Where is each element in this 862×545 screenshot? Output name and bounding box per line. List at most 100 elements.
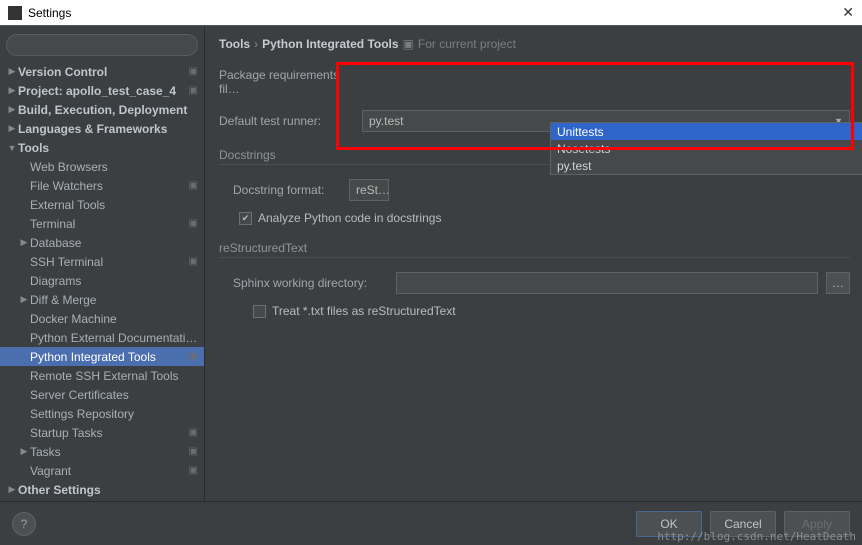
row-treat-txt[interactable]: Treat *.txt files as reStructuredText <box>219 304 850 318</box>
sidebar-item[interactable]: Vagrant▣ <box>0 461 204 480</box>
tree-expand-icon[interactable]: ▶ <box>6 123 18 134</box>
pkg-req-label: Package requirements fil… <box>219 68 354 96</box>
sidebar-item[interactable]: Server Certificates <box>0 385 204 404</box>
sidebar-item[interactable]: ▶Tasks ▣ <box>0 442 204 461</box>
close-icon[interactable]: ✕ <box>842 4 854 21</box>
sidebar-item[interactable]: ▶Diff & Merge <box>0 290 204 309</box>
row-sphinx-dir: Sphinx working directory: … <box>219 272 850 294</box>
sidebar-item[interactable]: Python Integrated Tools ▣ <box>0 347 204 366</box>
sidebar-item-label: Settings Repository <box>30 407 198 421</box>
test-runner-value: py.test <box>369 114 403 128</box>
window-title: Settings <box>28 6 71 20</box>
sidebar-item-label: Server Certificates <box>30 388 198 402</box>
sidebar-item-label: Project: apollo_test_case_4 <box>18 84 185 98</box>
test-runner-dropdown[interactable]: UnittestsNosetestspy.test <box>550 122 862 175</box>
sidebar-item[interactable]: ▼Tools <box>0 138 204 157</box>
tree-expand-icon[interactable]: ▼ <box>6 143 18 153</box>
browse-button[interactable]: … <box>826 272 850 294</box>
app-icon <box>8 6 22 20</box>
sidebar-item[interactable]: ▶Database <box>0 233 204 252</box>
sphinx-dir-input[interactable] <box>396 272 818 294</box>
settings-tree: ▶Version Control▣▶Project: apollo_test_c… <box>0 62 204 499</box>
sidebar-item-label: Database <box>30 236 198 250</box>
sidebar-item-label: Web Browsers <box>30 160 198 174</box>
project-scope-icon: ▣ <box>189 85 198 96</box>
project-scope-icon: ▣ <box>189 465 198 476</box>
docstring-format-label: Docstring format: <box>233 183 341 197</box>
row-analyze-docstrings[interactable]: Analyze Python code in docstrings <box>219 211 850 225</box>
tree-expand-icon[interactable]: ▶ <box>6 85 18 96</box>
sidebar-item[interactable]: ▶Build, Execution, Deployment <box>0 100 204 119</box>
project-scope-icon: ▣ <box>189 66 198 77</box>
analyze-label: Analyze Python code in docstrings <box>258 211 441 225</box>
docstring-format-select[interactable]: reSt… <box>349 179 389 201</box>
for-project-label: ▣ For current project <box>403 37 516 51</box>
content-area: 🔍 ▶Version Control▣▶Project: apollo_test… <box>0 26 862 501</box>
row-package-requirements: Package requirements fil… <box>219 68 850 96</box>
sidebar-item-label: Python External Documentation <box>30 331 198 345</box>
sphinx-label: Sphinx working directory: <box>233 276 388 290</box>
test-runner-label: Default test runner: <box>219 114 354 128</box>
sidebar-item[interactable]: SSH Terminal ▣ <box>0 252 204 271</box>
tree-expand-icon[interactable]: ▶ <box>18 237 30 248</box>
tree-expand-icon[interactable]: ▶ <box>6 104 18 115</box>
analyze-checkbox[interactable] <box>239 212 252 225</box>
sidebar-item[interactable]: ▶Project: apollo_test_case_4 ▣ <box>0 81 204 100</box>
tree-expand-icon[interactable]: ▶ <box>6 484 18 495</box>
breadcrumb-separator: › <box>254 37 258 51</box>
dropdown-option[interactable]: py.test <box>551 157 862 174</box>
watermark: http://blog.csdn.net/HeatDeath <box>657 530 856 543</box>
breadcrumb: Tools › Python Integrated Tools ▣ For cu… <box>219 34 850 54</box>
search-input[interactable] <box>6 34 198 56</box>
project-icon: ▣ <box>403 37 414 51</box>
sidebar-item-label: Diagrams <box>30 274 198 288</box>
sidebar-item[interactable]: ▶Version Control ▣ <box>0 62 204 81</box>
treat-txt-checkbox[interactable] <box>253 305 266 318</box>
sidebar-item-label: Terminal <box>30 217 185 231</box>
titlebar: Settings ✕ <box>0 0 862 26</box>
sidebar-item-label: Tasks <box>30 445 185 459</box>
sidebar-item[interactable]: Settings Repository <box>0 404 204 423</box>
help-button[interactable]: ? <box>12 512 36 536</box>
sidebar-item-label: Languages & Frameworks <box>18 122 198 136</box>
sidebar-item-label: Other Settings <box>18 483 198 497</box>
sidebar-item[interactable]: Docker Machine <box>0 309 204 328</box>
breadcrumb-part[interactable]: Python Integrated Tools <box>262 37 398 51</box>
sidebar-item-label: Tools <box>18 141 198 155</box>
dropdown-option[interactable]: Unittests <box>551 123 862 140</box>
project-scope-icon: ▣ <box>189 256 198 267</box>
project-scope-icon: ▣ <box>189 446 198 457</box>
sidebar-item-label: File Watchers <box>30 179 185 193</box>
sidebar-item[interactable]: File Watchers ▣ <box>0 176 204 195</box>
tree-expand-icon[interactable]: ▶ <box>18 446 30 457</box>
project-scope-icon: ▣ <box>189 180 198 191</box>
project-scope-icon: ▣ <box>189 218 198 229</box>
breadcrumb-part[interactable]: Tools <box>219 37 250 51</box>
tree-expand-icon[interactable]: ▶ <box>6 66 18 77</box>
project-scope-icon: ▣ <box>189 427 198 438</box>
sidebar-item[interactable]: Startup Tasks ▣ <box>0 423 204 442</box>
sidebar-item-label: Version Control <box>18 65 185 79</box>
sidebar-item[interactable]: Remote SSH External Tools <box>0 366 204 385</box>
sidebar-item[interactable]: External Tools <box>0 195 204 214</box>
sidebar-item[interactable]: Python External Documentation <box>0 328 204 347</box>
sidebar-item[interactable]: Diagrams <box>0 271 204 290</box>
tree-expand-icon[interactable]: ▶ <box>18 294 30 305</box>
sidebar-item-label: Build, Execution, Deployment <box>18 103 198 117</box>
project-scope-icon: ▣ <box>189 351 198 362</box>
dropdown-option[interactable]: Nosetests <box>551 140 862 157</box>
section-rst: reStructuredText <box>219 241 850 258</box>
sidebar-item[interactable]: ▶Other Settings <box>0 480 204 499</box>
settings-sidebar: 🔍 ▶Version Control▣▶Project: apollo_test… <box>0 26 205 501</box>
sidebar-item-label: Remote SSH External Tools <box>30 369 198 383</box>
sidebar-item-label: Startup Tasks <box>30 426 185 440</box>
sidebar-item-label: Docker Machine <box>30 312 198 326</box>
sidebar-item-label: SSH Terminal <box>30 255 185 269</box>
sidebar-item[interactable]: ▶Languages & Frameworks <box>0 119 204 138</box>
sidebar-item[interactable]: Web Browsers <box>0 157 204 176</box>
sidebar-item-label: Python Integrated Tools <box>30 350 185 364</box>
sidebar-item-label: External Tools <box>30 198 198 212</box>
settings-main-panel: Tools › Python Integrated Tools ▣ For cu… <box>205 26 862 501</box>
sidebar-item[interactable]: Terminal ▣ <box>0 214 204 233</box>
row-docstring-format: Docstring format: reSt… <box>219 179 850 201</box>
